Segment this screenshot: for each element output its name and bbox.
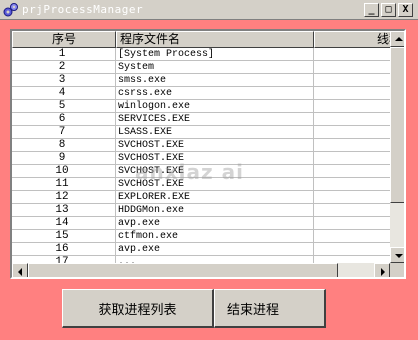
title-bar[interactable]: prjProcessManager _ □ X <box>0 0 418 20</box>
column-header-threads[interactable]: 线程 <box>314 31 392 48</box>
list-item[interactable]: 12 EXPLORER.EXE <box>12 191 390 204</box>
row-filename: SVCHOST.EXE <box>118 153 185 164</box>
list-item[interactable]: 8 SVCHOST.EXE <box>12 139 390 152</box>
row-filename: ctfmon.exe <box>118 231 179 242</box>
list-item[interactable]: 14 avp.exe <box>12 217 390 230</box>
row-filename: EXPLORER.EXE <box>118 192 191 203</box>
scroll-up-button[interactable] <box>390 31 404 47</box>
row-filename: System <box>118 62 155 73</box>
close-button[interactable]: X <box>398 3 413 17</box>
vertical-scrollbar[interactable] <box>390 31 404 263</box>
horizontal-scrollbar[interactable] <box>12 263 390 277</box>
scroll-left-button[interactable] <box>12 263 28 277</box>
row-index: 15 <box>55 230 69 242</box>
list-item[interactable]: 3 smss.exe <box>12 74 390 87</box>
row-index: 5 <box>58 100 66 112</box>
list-item[interactable]: 1 [System Process] <box>12 48 390 61</box>
row-filename: smss.exe <box>118 75 167 86</box>
row-filename: avp.exe <box>118 244 161 255</box>
list-item[interactable]: 13 HDDGMon.exe <box>12 204 390 217</box>
row-filename: SVCHOST.EXE <box>118 166 185 177</box>
scroll-down-button[interactable] <box>390 247 404 263</box>
row-index: 2 <box>58 61 66 73</box>
row-filename: HDDGMon.exe <box>118 205 185 216</box>
row-index: 1 <box>58 48 66 60</box>
row-index: 13 <box>55 204 69 216</box>
row-index: 9 <box>58 152 66 164</box>
list-item[interactable]: 5 winlogon.exe <box>12 100 390 113</box>
row-index: 8 <box>58 139 66 151</box>
down-arrow-icon <box>395 254 403 258</box>
row-filename: [System Process] <box>118 49 215 60</box>
minimize-button[interactable]: _ <box>364 3 379 17</box>
list-rows: 1 [System Process] 2 System 3 smss.exe 4 csrss.… <box>12 48 390 264</box>
app-gears-icon <box>3 3 18 17</box>
scroll-right-button[interactable] <box>374 263 390 277</box>
window-title: prjProcessManager <box>22 3 144 16</box>
horizontal-scroll-thumb[interactable] <box>28 263 338 277</box>
right-arrow-icon <box>381 268 385 276</box>
row-index: 4 <box>58 87 66 99</box>
list-item[interactable]: 4 csrss.exe <box>12 87 390 100</box>
list-item[interactable]: 6 SERVICES.EXE <box>12 113 390 126</box>
left-arrow-icon <box>18 268 22 276</box>
list-item[interactable]: 9 SVCHOST.EXE <box>12 152 390 165</box>
row-index: 12 <box>55 191 69 203</box>
get-process-list-button[interactable]: 获取进程列表 <box>62 289 214 328</box>
row-filename: avp.exe <box>118 218 161 229</box>
list-header: 序号 程序文件名 线程 <box>12 31 392 48</box>
list-item[interactable]: 15 ctfmon.exe <box>12 230 390 243</box>
row-filename: SVCHOST.EXE <box>118 179 185 190</box>
maximize-button[interactable]: □ <box>381 3 396 17</box>
row-index: 10 <box>55 165 69 177</box>
scrollbar-corner <box>390 263 404 277</box>
row-index: 11 <box>55 178 69 190</box>
list-item[interactable]: 16 avp.exe <box>12 243 390 256</box>
column-header-filename[interactable]: 程序文件名 <box>116 31 314 48</box>
list-item[interactable]: 11 SVCHOST.EXE <box>12 178 390 191</box>
row-index: 7 <box>58 126 66 138</box>
list-item[interactable]: 2 System <box>12 61 390 74</box>
end-process-button[interactable]: 结束进程 <box>214 289 326 328</box>
row-filename: SVCHOST.EXE <box>118 140 185 151</box>
process-list[interactable]: 序号 程序文件名 线程 1 [System Process] 2 System 3 sms… <box>10 29 406 279</box>
up-arrow-icon <box>395 37 403 41</box>
column-header-index[interactable]: 序号 <box>12 31 116 48</box>
row-filename: LSASS.EXE <box>118 127 173 138</box>
row-index: 6 <box>58 113 66 125</box>
row-index: 3 <box>58 74 66 86</box>
list-item[interactable]: 10 SVCHOST.EXE <box>12 165 390 178</box>
row-index: 14 <box>55 217 69 229</box>
row-filename: winlogon.exe <box>118 101 191 112</box>
vertical-scroll-thumb[interactable] <box>390 47 404 203</box>
list-item[interactable]: 7 LSASS.EXE <box>12 126 390 139</box>
row-index: 16 <box>55 243 69 255</box>
row-filename: SERVICES.EXE <box>118 114 191 125</box>
row-filename: csrss.exe <box>118 88 173 99</box>
